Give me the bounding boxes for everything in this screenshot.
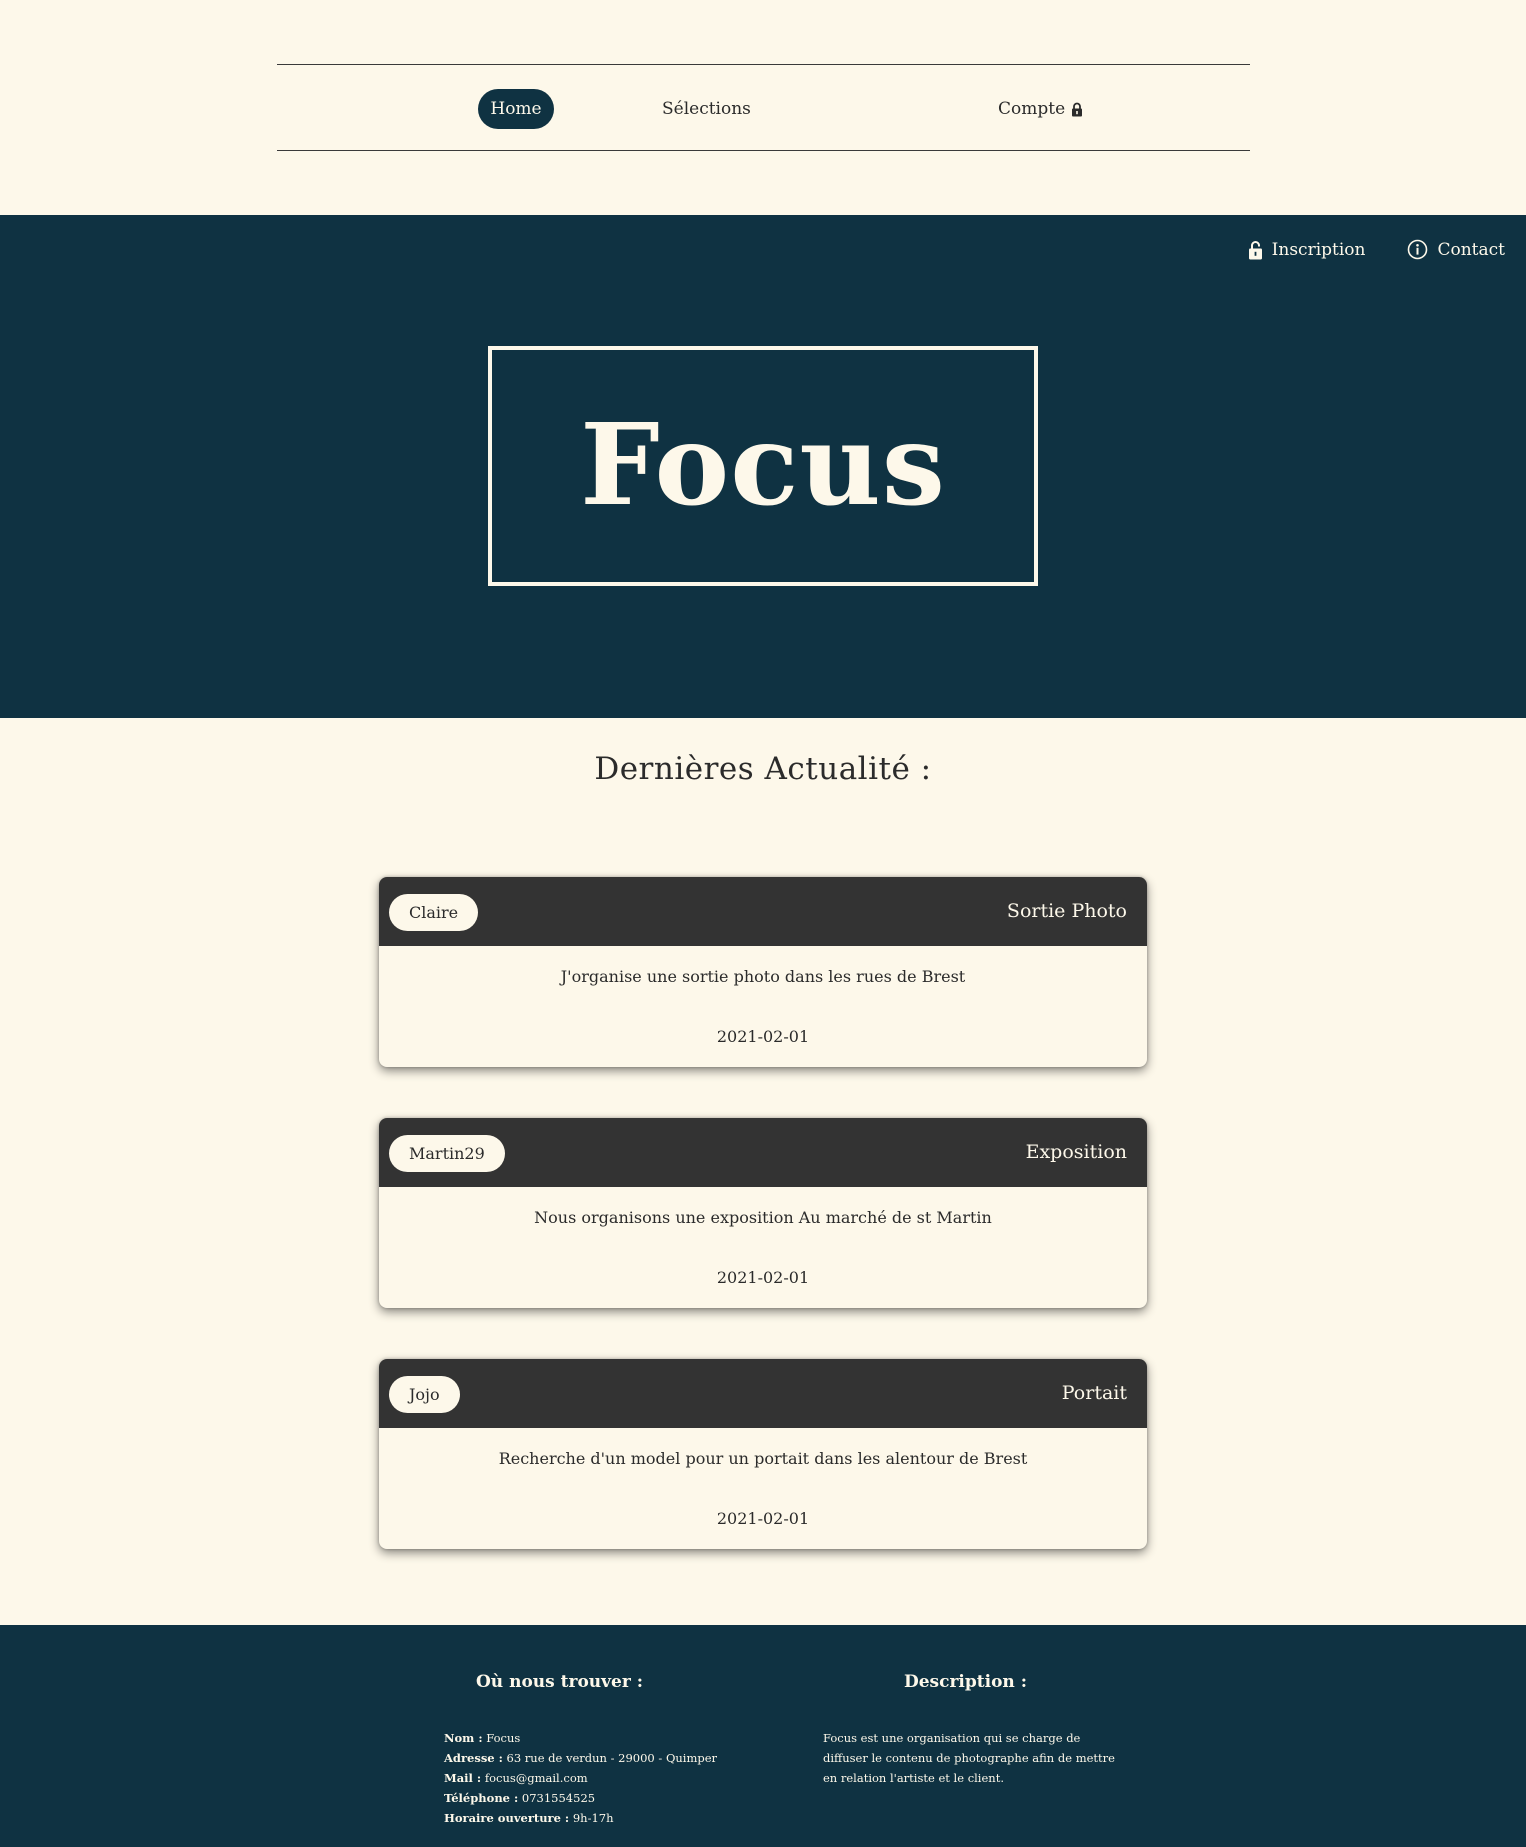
- news-card-body: Recherche d'un model pour un portait dan…: [379, 1447, 1147, 1531]
- author-badge[interactable]: Martin29: [389, 1135, 505, 1172]
- news-card-body: Nous organisons une exposition Au marché…: [379, 1206, 1147, 1290]
- contact-address: Adresse : 63 rue de verdun - 29000 - Qui…: [444, 1751, 718, 1765]
- news-text: Recherche d'un model pour un portait dan…: [498, 1449, 1028, 1468]
- footer: Où nous trouver : Description : Nom : Fo…: [0, 1625, 1526, 1847]
- news-date: 2021-02-01: [716, 1268, 810, 1287]
- contact-hours: Horaire ouverture : 9h-17h: [444, 1811, 614, 1825]
- contact-name: Nom : Focus: [444, 1731, 521, 1745]
- news-text: J'organise une sortie photo dans les rue…: [560, 967, 966, 986]
- nav-selections-link[interactable]: Sélections: [662, 89, 751, 129]
- contact-link[interactable]: Contact: [1407, 239, 1505, 260]
- contact-phone: Téléphone : 0731554525: [444, 1791, 596, 1805]
- news-card-header: Martin29 Exposition: [379, 1118, 1147, 1187]
- nav-account-link[interactable]: Compte: [998, 89, 1083, 129]
- news-date: 2021-02-01: [716, 1027, 810, 1046]
- info-icon: [1407, 239, 1428, 260]
- news-section-title: Dernières Actualité :: [594, 751, 932, 787]
- footer-description-text: Focus est une organisation qui se charge…: [823, 1731, 1115, 1785]
- news-card-header: Jojo Portait: [379, 1359, 1147, 1428]
- news-date: 2021-02-01: [716, 1509, 810, 1528]
- brand-frame: Focus: [488, 346, 1038, 586]
- news-card: Jojo Portait Recherche d'un model pour u…: [379, 1359, 1147, 1549]
- news-category: Exposition: [1025, 1141, 1127, 1163]
- contact-label: Contact: [1437, 239, 1505, 260]
- brand-title: Focus: [580, 400, 946, 531]
- author-badge[interactable]: Jojo: [389, 1376, 460, 1413]
- contact-info-list: Nom : Focus Adresse : 63 rue de verdun -…: [444, 1728, 717, 1828]
- footer-location-title: Où nous trouver :: [476, 1672, 643, 1692]
- nav-home-link[interactable]: Home: [478, 89, 554, 129]
- lock-icon: [1071, 102, 1083, 117]
- inscription-label: Inscription: [1271, 239, 1366, 260]
- footer-description-title: Description :: [904, 1672, 1027, 1692]
- news-list: Claire Sortie Photo J'organise une sorti…: [379, 877, 1147, 1600]
- news-card-body: J'organise une sortie photo dans les rue…: [379, 965, 1147, 1049]
- hero-banner: Inscription Contact Focus: [0, 215, 1526, 718]
- unlock-icon: [1248, 240, 1263, 260]
- news-category: Sortie Photo: [1006, 900, 1127, 922]
- news-card: Claire Sortie Photo J'organise une sorti…: [379, 877, 1147, 1067]
- top-navigation: Home Sélections Compte: [277, 64, 1250, 151]
- author-badge[interactable]: Claire: [389, 894, 479, 931]
- news-category: Portait: [1061, 1382, 1127, 1404]
- contact-mail: Mail : focus@gmail.com: [444, 1771, 588, 1785]
- news-card: Martin29 Exposition Nous organisons une …: [379, 1118, 1147, 1308]
- hero-links: Inscription Contact: [1248, 239, 1505, 260]
- news-card-header: Claire Sortie Photo: [379, 877, 1147, 946]
- nav-account-label: Compte: [998, 99, 1066, 119]
- inscription-link[interactable]: Inscription: [1248, 239, 1366, 260]
- news-text: Nous organisons une exposition Au marché…: [534, 1208, 992, 1227]
